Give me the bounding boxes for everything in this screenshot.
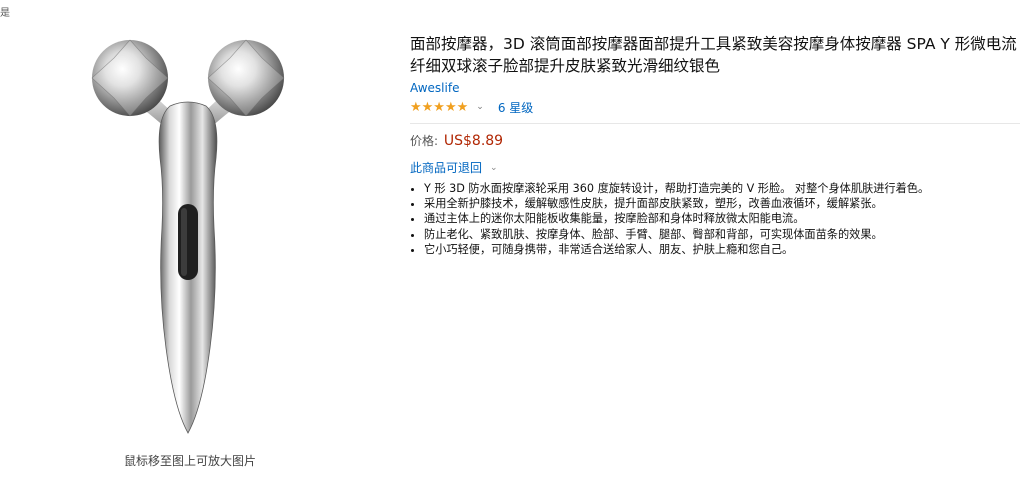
feature-bullet: 防止老化、紧致肌肤、按摩身体、脸部、手臂、腿部、臀部和背部，可实现体面苗条的效果…	[424, 227, 1020, 242]
returns-link[interactable]: 此商品可退回 ⌄	[410, 159, 498, 176]
returns-label: 此商品可退回	[410, 161, 483, 175]
chevron-down-icon: ⌄	[490, 162, 498, 173]
chevron-down-icon[interactable]: ⌄	[476, 102, 484, 112]
price-row: 价格: US$8.89	[410, 132, 1020, 149]
feature-bullet: 采用全新护膝技术，缓解敏感性皮肤，提升面部皮肤紧致，塑形，改善血液循环，缓解紧张…	[424, 196, 1020, 211]
price-label: 价格:	[410, 134, 439, 148]
feature-bullet: 它小巧轻便，可随身携带，非常适合送给家人、朋友、护肤上瘾和您自己。	[424, 242, 1020, 257]
product-image[interactable]	[88, 28, 288, 448]
feature-bullets: Y 形 3D 防水面按摩滚轮采用 360 度旋转设计，帮助打造完美的 V 形脸。…	[410, 181, 1020, 257]
left-roller-ball	[91, 39, 169, 117]
corner-text: 是	[0, 8, 10, 19]
product-details: 面部按摩器，3D 滚筒面部按摩器面部提升工具紧致美容按摩身体按摩器 SPA Y …	[410, 33, 1020, 257]
brand-link[interactable]: Aweslife	[410, 81, 459, 95]
feature-bullet: Y 形 3D 防水面按摩滚轮采用 360 度旋转设计，帮助打造完美的 V 形脸。…	[424, 181, 1020, 196]
image-gallery: 鼠标移至图上可放大图片	[60, 28, 320, 478]
zoom-hint: 鼠标移至图上可放大图片	[123, 454, 256, 468]
product-title: 面部按摩器，3D 滚筒面部按摩器面部提升工具紧致美容按摩身体按摩器 SPA Y …	[410, 35, 1017, 75]
rating-count-link[interactable]: 6 星级	[498, 99, 533, 116]
right-roller-ball	[207, 39, 285, 117]
price-value: US$8.89	[443, 133, 504, 149]
rating-row: ★★★★★ ⌄ 6 星级	[410, 98, 1020, 116]
star-rating-icon[interactable]: ★★★★★	[410, 100, 468, 115]
divider	[410, 123, 1020, 124]
feature-bullet: 通过主体上的迷你太阳能板收集能量，按摩脸部和身体时释放微太阳能电流。	[424, 211, 1020, 226]
